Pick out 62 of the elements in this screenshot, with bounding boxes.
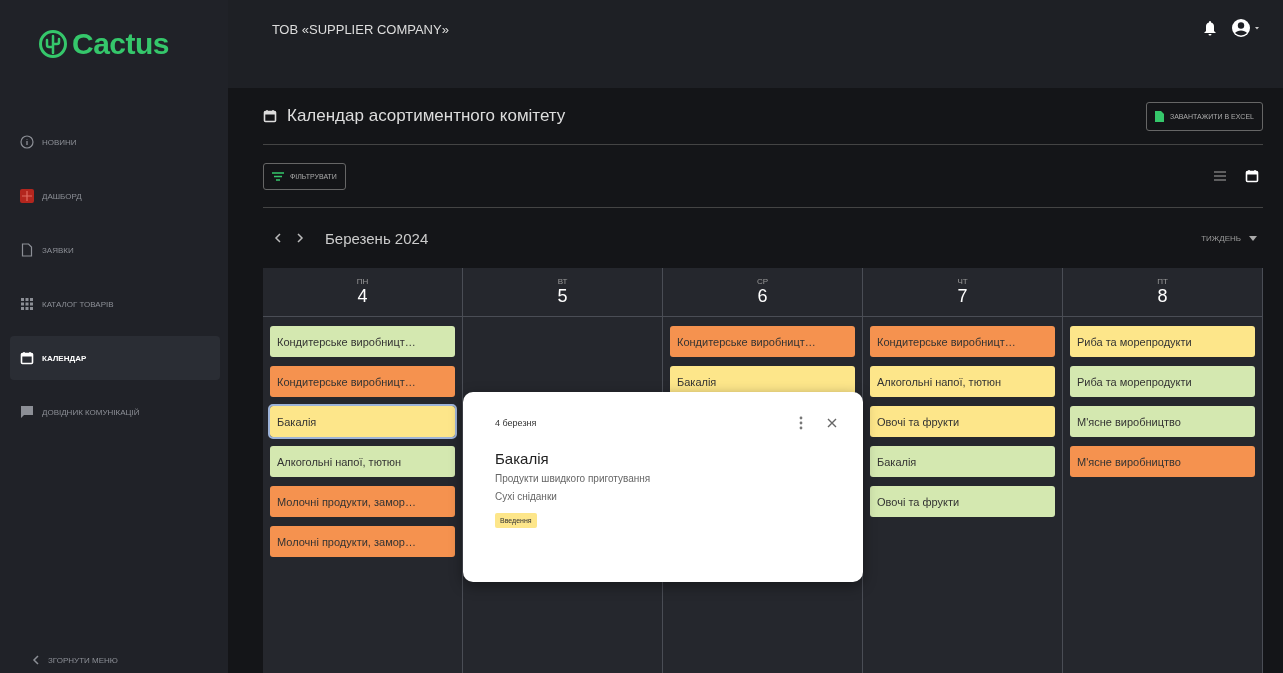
calendar-event[interactable]: Кондитерське виробницт… <box>870 326 1055 357</box>
calendar-event[interactable]: Риба та морепродукти <box>1070 326 1255 357</box>
calendar-icon <box>263 109 277 123</box>
sidebar-item[interactable]: НОВИНИ <box>10 120 220 164</box>
info-icon <box>20 135 34 149</box>
event-title: Бакалія <box>495 450 549 467</box>
calendar-event[interactable]: Кондитерське виробницт… <box>670 326 855 357</box>
day-number: 4 <box>357 286 368 307</box>
calendar-event[interactable]: М'ясне виробництво <box>1070 446 1255 477</box>
logo-text: Cactus <box>72 27 170 61</box>
event-date: 4 березня <box>495 418 537 428</box>
chevron-left-icon <box>32 655 40 665</box>
event-detail: Сухі сніданки <box>495 491 557 502</box>
list-view-icon[interactable] <box>1213 170 1227 182</box>
sidebar-item[interactable]: ЗАЯВКИ <box>10 228 220 272</box>
calendar-event[interactable]: Алкогольні напої, тютюн <box>270 446 455 477</box>
event-detail: Продукти швидкого приготування <box>495 473 651 484</box>
calendar-event[interactable]: Овочі та фрукти <box>870 486 1055 517</box>
calendar-event[interactable]: Молочні продукти, замор… <box>270 486 455 517</box>
sidebar-item[interactable]: КАЛЕНДАР <box>10 336 220 380</box>
company-name: ТОВ «SUPPLIER COMPANY» <box>272 22 449 37</box>
previous-icon[interactable] <box>273 232 283 244</box>
grid-icon <box>20 297 34 311</box>
dashboard-icon <box>20 189 34 203</box>
calendar-event[interactable]: Овочі та фрукти <box>870 406 1055 437</box>
weekday-label: ПН <box>356 277 369 286</box>
weekday-label: ВТ <box>557 277 568 286</box>
more-options-icon[interactable] <box>799 416 803 430</box>
day-number: 8 <box>1157 286 1168 307</box>
chat-icon <box>20 405 34 419</box>
close-icon[interactable] <box>827 418 837 428</box>
sidebar-item[interactable]: ДАШБОРД <box>10 174 220 218</box>
document-icon <box>20 243 34 257</box>
bell-icon[interactable] <box>1203 20 1217 36</box>
account-icon[interactable] <box>1231 18 1261 38</box>
page-title: Календар асортиментного комітету <box>287 106 566 126</box>
calendar-event[interactable]: Молочні продукти, замор… <box>270 526 455 557</box>
weekday-label: ПТ <box>1157 277 1168 286</box>
calendar-event[interactable]: Бакалія <box>270 406 455 437</box>
calendar-event[interactable]: Алкогольні напої, тютюн <box>870 366 1055 397</box>
sidebar-item[interactable]: ДОВІДНИК КОМУНІКАЦІЙ <box>10 390 220 434</box>
weekday-label: СР <box>756 277 769 286</box>
collapse-menu-link[interactable]: ЗГОРНУТИ МЕНЮ <box>18 655 220 673</box>
day-number: 6 <box>757 286 768 307</box>
calendar-icon <box>20 351 34 365</box>
calendar-event[interactable]: Бакалія <box>870 446 1055 477</box>
weekday-label: ЧТ <box>957 277 968 286</box>
spreadsheet-file-icon <box>1154 110 1164 122</box>
range-dropdown[interactable]: ТИЖДЕНЬ <box>1195 232 1263 244</box>
calendar-event[interactable]: Кондитерське виробницт… <box>270 326 455 357</box>
calendar-event[interactable]: Кондитерське виробницт… <box>270 366 455 397</box>
caret-icon <box>1249 235 1257 241</box>
calendar-view-icon[interactable] <box>1245 169 1259 183</box>
calendar-event[interactable]: М'ясне виробництво <box>1070 406 1255 437</box>
day-number: 7 <box>957 286 968 307</box>
month-label: Березень 2024 <box>325 229 429 247</box>
filter-icon <box>272 171 284 181</box>
next-icon[interactable] <box>295 232 305 244</box>
cactus-logo-icon <box>38 29 68 59</box>
calendar-event[interactable]: Риба та морепродукти <box>1070 366 1255 397</box>
day-number: 5 <box>557 286 568 307</box>
sidebar-item[interactable]: КАТАЛОГ ТОВАРІВ <box>10 282 220 326</box>
